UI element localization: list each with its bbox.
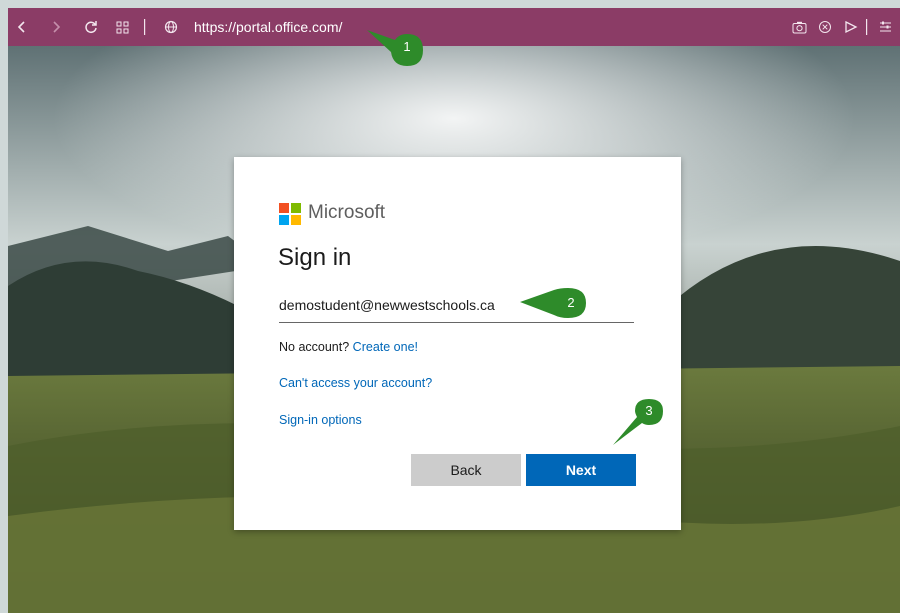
refresh-button[interactable] xyxy=(80,8,102,46)
back-nav-button[interactable] xyxy=(12,8,32,46)
screenshot-button[interactable] xyxy=(788,8,810,46)
brand-name: Microsoft xyxy=(308,202,386,223)
site-info-button[interactable] xyxy=(160,8,182,46)
toolbar-divider-right xyxy=(864,8,870,46)
address-bar-url[interactable]: https://portal.office.com/ xyxy=(194,8,342,46)
no-account-label: No account? xyxy=(279,340,350,354)
menu-icon xyxy=(879,21,891,32)
sign-in-options-row: Sign-in options xyxy=(279,413,362,427)
browser-toolbar: https://portal.office.com/ xyxy=(8,8,900,46)
forward-icon xyxy=(53,21,61,33)
page-title: Sign in xyxy=(278,244,352,271)
cant-access-link[interactable]: Can't access your account? xyxy=(279,376,432,390)
no-account-row: No account? Create one! xyxy=(279,340,418,354)
next-button[interactable]: Next xyxy=(526,454,636,486)
refresh-icon xyxy=(85,21,97,34)
callout-3: 3 xyxy=(611,397,667,451)
sign-in-options-link[interactable]: Sign-in options xyxy=(279,413,362,427)
close-circle-button[interactable] xyxy=(814,8,836,46)
forward-nav-button[interactable] xyxy=(46,8,66,46)
settings-menu-button[interactable] xyxy=(874,8,896,46)
cant-access-row: Can't access your account? xyxy=(279,376,432,390)
microsoft-logo-icon xyxy=(279,203,301,225)
callout-1: 1 xyxy=(365,28,427,76)
screenshot-frame: https://portal.office.com/ Microsoft Sig… xyxy=(0,0,900,613)
callout-number-3: 3 xyxy=(645,403,653,418)
toolbar-divider xyxy=(141,8,149,46)
callout-arrow-1 xyxy=(367,30,423,66)
create-account-link[interactable]: Create one! xyxy=(353,340,418,354)
callout-number-2: 2 xyxy=(567,295,575,310)
send-button[interactable] xyxy=(840,8,862,46)
apps-grid-icon xyxy=(116,21,128,33)
back-button[interactable]: Back xyxy=(411,454,521,486)
callout-2: 2 xyxy=(518,286,590,324)
apps-grid-button[interactable] xyxy=(111,8,133,46)
camera-icon xyxy=(792,21,806,33)
callout-number-1: 1 xyxy=(403,39,411,54)
close-circle-icon xyxy=(819,21,831,33)
back-icon xyxy=(17,21,25,33)
send-icon xyxy=(845,20,858,34)
globe-icon xyxy=(164,20,178,34)
sign-in-card: Microsoft Sign in No account? Create one… xyxy=(234,157,681,530)
